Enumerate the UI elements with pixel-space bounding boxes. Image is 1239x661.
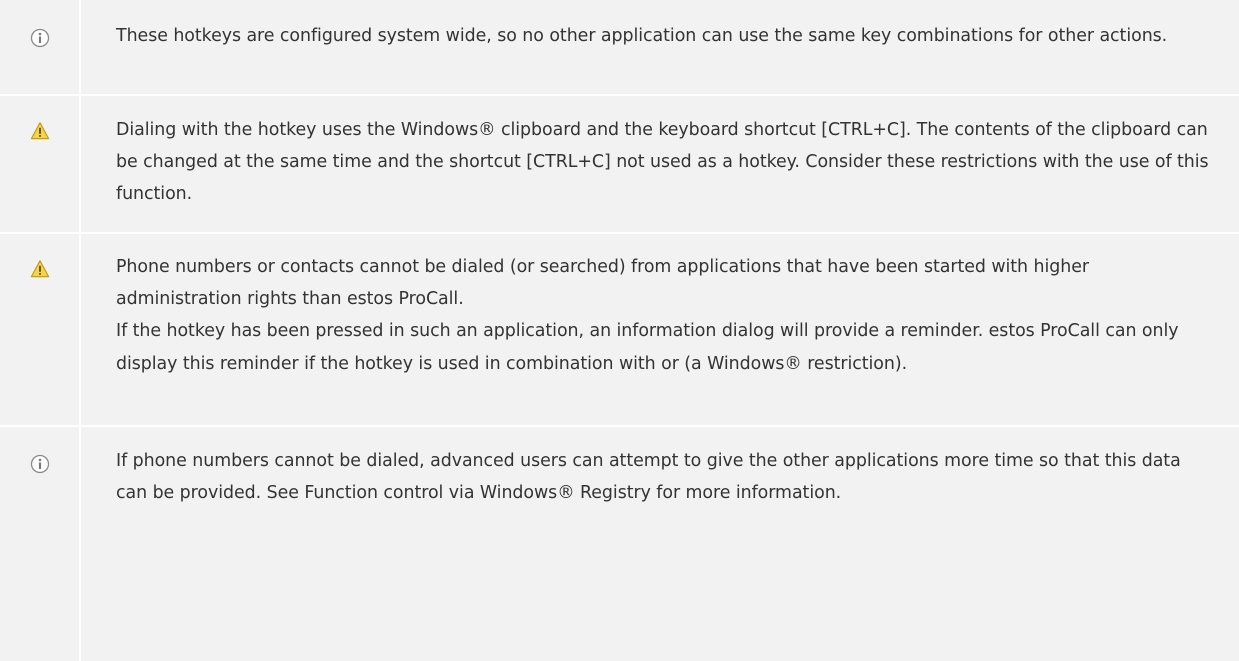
notes-table: These hotkeys are configured system wide… (0, 0, 1239, 661)
note-row-warning: Dialing with the hotkey uses the Windows… (0, 96, 1239, 232)
note-row-warning: Phone numbers or contacts cannot be dial… (0, 234, 1239, 425)
column-divider (79, 0, 81, 661)
warning-icon (0, 121, 79, 141)
note-row-info: If phone numbers cannot be dialed, advan… (0, 427, 1239, 661)
note-text: Phone numbers or contacts cannot be dial… (116, 257, 1179, 374)
note-text: If phone numbers cannot be dialed, advan… (116, 451, 1181, 504)
info-icon (0, 454, 79, 474)
note-text: Dialing with the hotkey uses the Windows… (116, 120, 1209, 205)
note-text: These hotkeys are configured system wide… (116, 26, 1168, 46)
warning-icon (0, 259, 79, 279)
info-icon (0, 28, 79, 48)
note-row-info: These hotkeys are configured system wide… (0, 0, 1239, 94)
